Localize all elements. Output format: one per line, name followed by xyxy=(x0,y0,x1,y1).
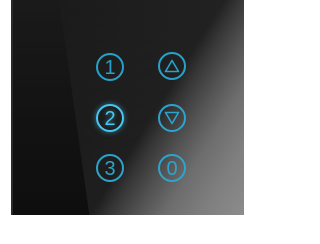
key-1-label: 1 xyxy=(104,57,116,79)
up-triangle-icon xyxy=(164,59,180,73)
keypad-panel: 1 2 3 0 xyxy=(11,0,244,215)
down-triangle-icon xyxy=(164,111,180,125)
key-1-button[interactable]: 1 xyxy=(96,53,124,81)
key-3-button[interactable]: 3 xyxy=(96,154,124,182)
up-button[interactable] xyxy=(158,52,186,80)
key-2-button[interactable]: 2 xyxy=(96,104,124,132)
screen: 1 2 3 0 xyxy=(0,0,244,244)
key-0-button[interactable]: 0 xyxy=(158,154,186,182)
key-0-label: 0 xyxy=(166,158,178,180)
key-2-label: 2 xyxy=(104,108,116,130)
down-button[interactable] xyxy=(158,104,186,132)
key-3-label: 3 xyxy=(104,158,116,180)
